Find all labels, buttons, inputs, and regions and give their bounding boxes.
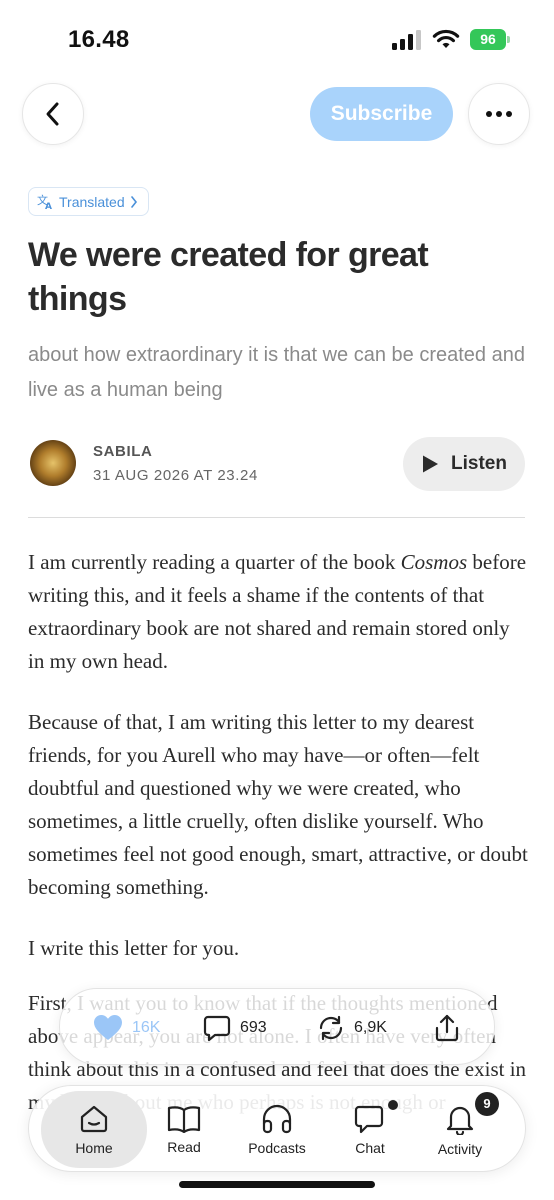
listen-label: Listen <box>451 453 507 474</box>
translated-label: Translated <box>59 193 125 210</box>
tab-chat[interactable]: Chat <box>325 1086 415 1173</box>
chat-icon <box>354 1105 384 1133</box>
article-subtitle: about how extraordinary it is that we ca… <box>28 344 525 401</box>
publish-date: 31 AUG 2026 AT 23.24 <box>93 467 258 484</box>
status-time: 16.48 <box>68 26 130 53</box>
listen-button[interactable]: Listen <box>403 437 525 491</box>
chevron-right-icon <box>130 195 137 208</box>
restack-count: 6,9K <box>354 1018 387 1036</box>
subscribe-button[interactable]: Subscribe <box>310 87 453 141</box>
tab-activity-label: Activity <box>437 1140 483 1157</box>
wifi-icon <box>432 29 460 48</box>
like-count: 16K <box>132 1018 161 1036</box>
share-button[interactable] <box>434 989 460 1066</box>
author-avatar[interactable] <box>30 440 76 486</box>
restack-button[interactable]: 6,9K <box>317 989 387 1066</box>
chevron-left-icon <box>46 102 59 126</box>
book-icon <box>167 1105 201 1133</box>
tab-home[interactable]: Home <box>41 1091 147 1168</box>
tab-activity[interactable]: 9 Activity <box>415 1086 505 1173</box>
heart-icon <box>94 1015 122 1040</box>
play-icon <box>423 455 439 473</box>
tab-podcasts-label: Podcasts <box>248 1139 306 1156</box>
like-button[interactable]: 16K <box>93 989 160 1066</box>
paragraph: I am currently reading a quarter of the … <box>28 550 527 673</box>
tab-read[interactable]: Read <box>139 1086 229 1173</box>
post-action-bar: 16K 693 6,9K <box>59 988 495 1065</box>
svg-text:A: A <box>45 202 52 210</box>
comment-count: 693 <box>240 1018 267 1036</box>
comment-button[interactable]: 693 <box>203 989 267 1066</box>
tab-home-label: Home <box>75 1139 113 1156</box>
tab-podcasts[interactable]: Podcasts <box>232 1086 322 1173</box>
home-indicator <box>179 1181 375 1188</box>
more-options-button[interactable] <box>468 83 530 145</box>
chat-unread-dot <box>388 1100 398 1110</box>
home-icon <box>80 1105 108 1132</box>
header-divider <box>28 517 525 518</box>
more-icon <box>486 111 512 117</box>
activity-badge: 9 <box>475 1092 499 1116</box>
cellular-signal-icon <box>392 30 421 50</box>
paragraph: I write this letter for you. <box>28 936 240 960</box>
tab-chat-label: Chat <box>355 1139 385 1156</box>
paragraph: Because of that, I am writing this lette… <box>28 710 528 899</box>
translate-icon: 文 A <box>37 193 52 210</box>
bottom-tab-bar: Home Read Podcasts Chat 9 Activity <box>28 1085 526 1172</box>
bell-icon <box>446 1106 474 1135</box>
article-title: We were created for great things <box>28 236 429 318</box>
comment-icon <box>203 1015 231 1041</box>
author-name[interactable]: SABILA <box>93 443 152 460</box>
translated-badge[interactable]: 文 A Translated <box>28 187 149 216</box>
tab-read-label: Read <box>167 1138 201 1155</box>
back-button[interactable] <box>22 83 84 145</box>
battery-icon: 96 <box>470 29 510 50</box>
share-icon <box>435 1014 459 1041</box>
status-bar: 16.48 96 <box>0 0 554 80</box>
battery-level: 96 <box>470 29 506 50</box>
headphones-icon <box>262 1104 292 1133</box>
restack-icon <box>319 1015 343 1040</box>
